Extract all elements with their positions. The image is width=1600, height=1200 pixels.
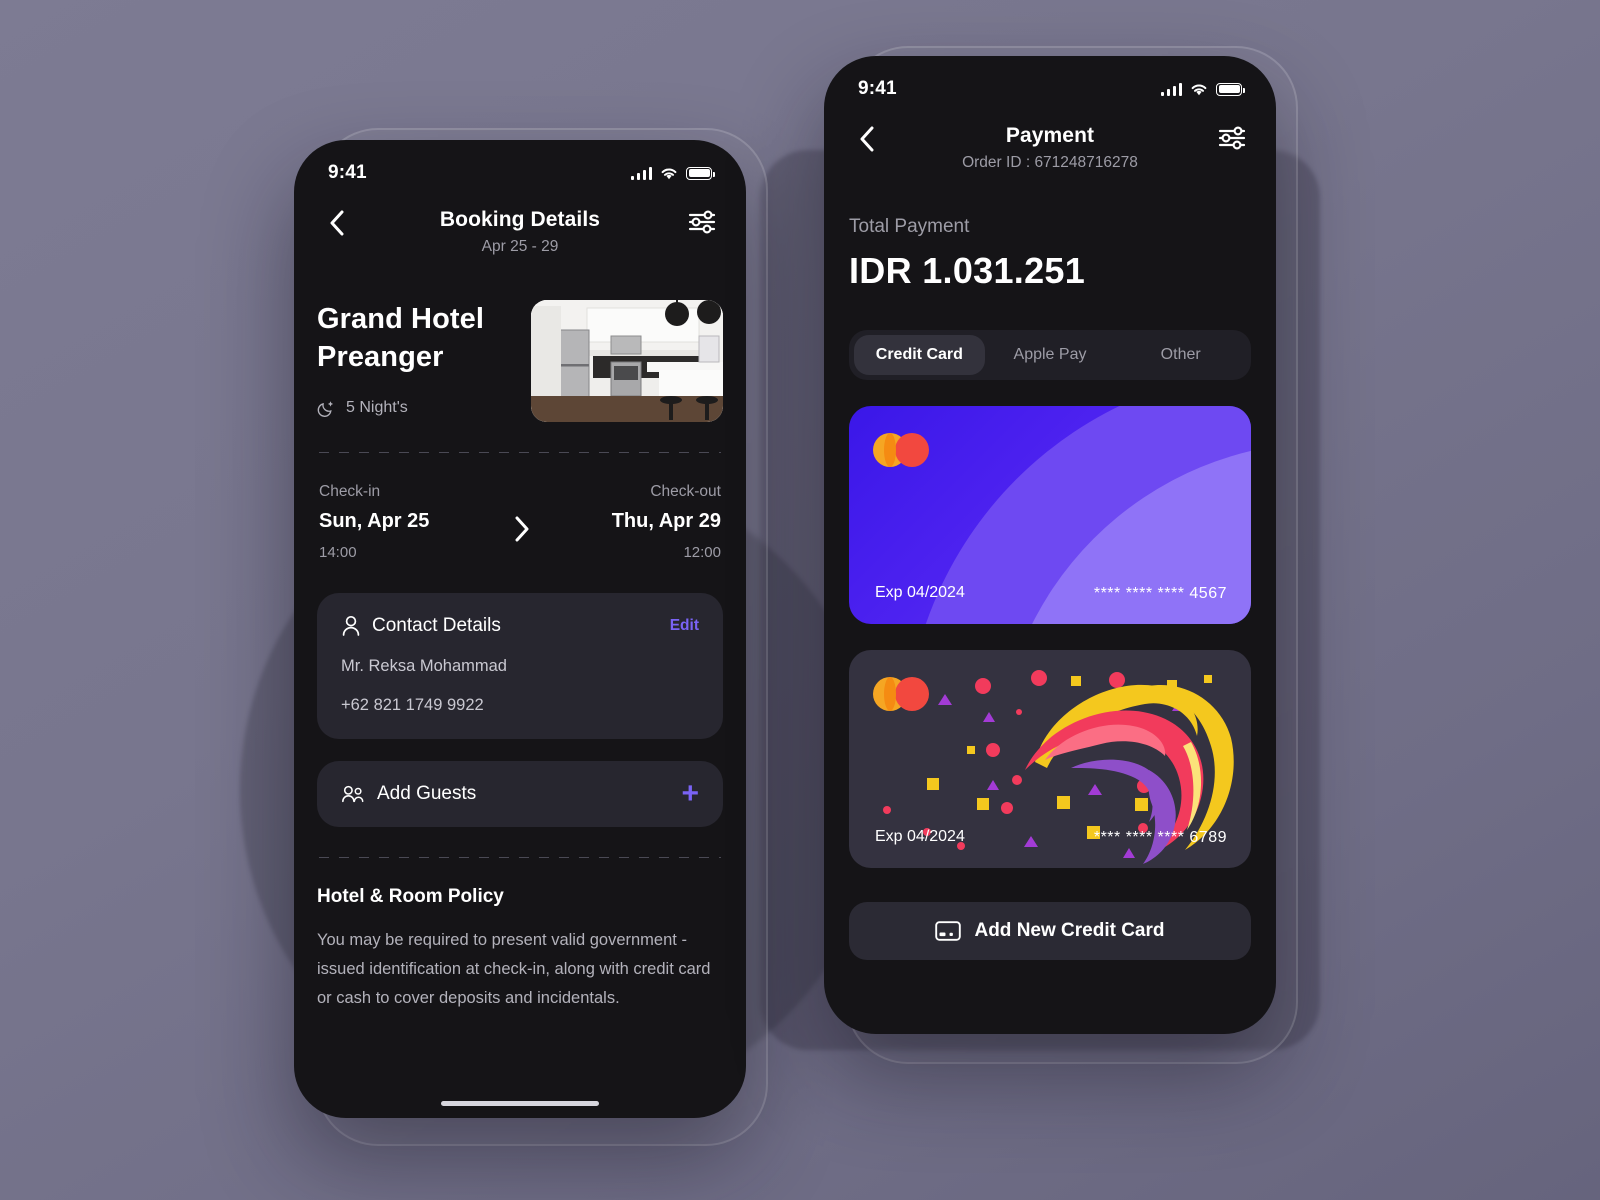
hotel-name: Grand Hotel Preanger	[317, 303, 485, 374]
payment-nav-center: Payment Order ID : 671248716278	[962, 124, 1138, 172]
contact-title: Contact Details	[372, 615, 501, 636]
mastercard-icon	[873, 433, 929, 467]
tab-other[interactable]: Other	[1115, 335, 1246, 375]
card-expiry: Exp 04/2024	[875, 584, 965, 601]
status-bar: 9:41	[294, 140, 746, 192]
card-number: **** **** **** 4567	[1093, 585, 1227, 602]
page-title: Booking Details	[439, 208, 601, 231]
booking-details-phone: 9:41 Booking Details Apr 25 - 29 Grand H…	[294, 140, 746, 1118]
divider-bottom	[319, 857, 721, 858]
credit-card-purple[interactable]: Exp 04/2024 **** **** **** 4567	[849, 406, 1251, 624]
checkin-time: 14:00	[319, 544, 357, 561]
card-number: **** **** **** 6789	[1093, 829, 1227, 846]
total-payment-label: Total Payment	[849, 216, 970, 237]
order-id: Order ID : 671248716278	[962, 154, 1138, 171]
contact-title-group: Contact Details	[341, 615, 501, 637]
policy-title: Hotel & Room Policy	[317, 886, 504, 907]
nights-label: 5 Night's	[346, 399, 408, 417]
chevron-right-icon	[515, 516, 529, 541]
card-expiry: Exp 04/2024	[875, 828, 965, 845]
add-guests-plus-icon[interactable]: +	[681, 779, 699, 809]
back-button[interactable]	[320, 206, 354, 240]
add-guests-left: Add Guests	[341, 783, 476, 805]
checkin-block[interactable]: Check-in Sun, Apr 25 14:00	[319, 483, 429, 561]
checkout-time: 12:00	[683, 544, 721, 561]
add-new-credit-card-button[interactable]: Add New Credit Card	[849, 902, 1251, 960]
contact-name: Mr. Reksa Mohammad	[341, 657, 507, 675]
contact-details-card: Contact Details Edit Mr. Reksa Mohammad …	[317, 593, 723, 739]
tab-credit-card[interactable]: Credit Card	[854, 335, 985, 375]
total-payment-amount: IDR 1.031.251	[849, 250, 1086, 291]
tab-apple-pay[interactable]: Apple Pay	[985, 335, 1116, 375]
sliders-icon	[1218, 126, 1246, 150]
checkout-date: Thu, Apr 29	[611, 510, 721, 532]
back-button[interactable]	[850, 122, 884, 156]
status-icons	[1160, 82, 1245, 96]
checkin-date: Sun, Apr 25	[319, 510, 430, 532]
credit-card-dark[interactable]: Exp 04/2024 **** **** **** 6789	[849, 650, 1251, 868]
booking-nav-bar: Booking Details Apr 25 - 29	[294, 192, 746, 262]
page-title: Payment	[1005, 124, 1095, 147]
hotel-summary: Grand Hotel Preanger 5 Night's	[317, 262, 723, 422]
hotel-room-photo	[531, 300, 723, 422]
wifi-icon	[1191, 84, 1207, 95]
hotel-thumbnail[interactable]	[531, 300, 723, 422]
filter-button[interactable]	[1216, 124, 1250, 154]
status-bar: 9:41	[824, 56, 1276, 108]
hotel-info: Grand Hotel Preanger 5 Night's	[317, 300, 531, 418]
battery-icon	[1216, 82, 1245, 96]
contact-header: Contact Details Edit	[341, 615, 699, 637]
cellular-signal-icon	[630, 166, 652, 180]
people-icon	[342, 785, 364, 803]
cellular-signal-icon	[1160, 82, 1182, 96]
page-subtitle: Apr 25 - 29	[481, 238, 559, 255]
payment-content: Total Payment IDR 1.031.251 Credit Card …	[824, 216, 1276, 960]
mastercard-icon	[873, 677, 929, 711]
sliders-icon	[688, 210, 716, 234]
person-icon	[342, 615, 360, 636]
credit-card-icon	[935, 921, 962, 941]
moon-stars-icon	[317, 400, 334, 417]
payment-nav-bar: Payment Order ID : 671248716278	[824, 108, 1276, 178]
checkin-label: Check-in	[319, 483, 381, 500]
status-time: 9:41	[328, 162, 367, 183]
checkout-block[interactable]: Check-out Thu, Apr 29 12:00	[612, 483, 721, 561]
contact-phone: +62 821 1749 9922	[341, 696, 484, 714]
edit-contact-button[interactable]: Edit	[670, 617, 699, 635]
payment-phone: 9:41 Payment Order ID : 671248716278 Tot…	[824, 56, 1276, 1034]
booking-nav-center: Booking Details Apr 25 - 29	[440, 208, 600, 256]
checkout-label: Check-out	[650, 483, 721, 500]
home-indicator	[441, 1101, 599, 1106]
status-time: 9:41	[858, 78, 897, 99]
add-guests-label: Add Guests	[377, 783, 477, 804]
battery-icon	[686, 166, 715, 180]
dates-row: Check-in Sun, Apr 25 14:00 Check-out Thu…	[317, 453, 723, 561]
booking-content: Grand Hotel Preanger 5 Night's Check-in …	[294, 262, 746, 1013]
status-icons	[630, 166, 715, 180]
add-guests-button[interactable]: Add Guests +	[317, 761, 723, 827]
add-new-credit-card-label: Add New Credit Card	[974, 920, 1165, 941]
nights-row: 5 Night's	[317, 399, 531, 418]
payment-method-tabs: Credit Card Apple Pay Other	[849, 330, 1251, 380]
chevron-left-icon	[860, 126, 874, 152]
chevron-left-icon	[330, 210, 344, 236]
dates-arrow	[513, 516, 529, 547]
wifi-icon	[661, 168, 677, 179]
policy-text: You may be required to present valid gov…	[317, 931, 711, 1007]
filter-button[interactable]	[686, 208, 720, 238]
